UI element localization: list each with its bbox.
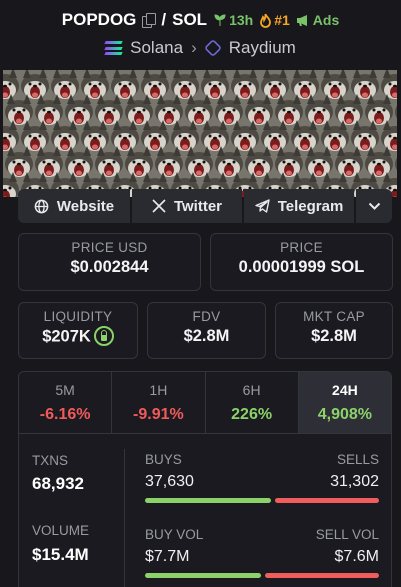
more-links-button[interactable] [356, 189, 392, 223]
mktcap-label: MKT CAP [303, 309, 365, 324]
twitter-button[interactable]: Twitter [132, 189, 242, 223]
solana-icon [104, 41, 123, 55]
raydium-icon [203, 38, 222, 58]
fdv-value: $2.8M [183, 327, 230, 345]
tab-5m[interactable]: 5M -6.16% [19, 372, 113, 433]
tab-1h-label: 1H [149, 382, 168, 398]
trending-rank[interactable]: #1 [259, 12, 290, 28]
buys-value: 37,630 [145, 473, 194, 490]
liquidity-value-row: $207K [19, 326, 137, 347]
trading-stats-panel: 5M -6.16% 1H -9.91% 6H 226% 24H 4,908% T… [18, 371, 392, 587]
copy-icon[interactable] [142, 13, 157, 28]
chain-breadcrumb: Solana › Raydium [0, 37, 401, 59]
buys-sells-bar [145, 498, 379, 503]
header: POPDOG / SOL 13h #1 Ads Solana › Raydium [0, 0, 401, 70]
sells-label: SELLS [336, 452, 379, 467]
stats-breakdown: BUYS SELLS 37,630 31,302 BUY VOL SELL VO… [145, 435, 379, 578]
tab-1h[interactable]: 1H -9.91% [112, 372, 206, 433]
liquidity-value: $207K [42, 327, 91, 346]
price-native-value: 0.00001999 SOL [238, 258, 365, 276]
flame-icon [260, 13, 272, 28]
website-label: Website [56, 197, 115, 215]
mktcap-card: MKT CAP $2.8M [275, 302, 393, 359]
telegram-label: Telegram [277, 197, 344, 215]
tab-6h-change: 226% [231, 406, 273, 423]
pair-separator: / [161, 10, 167, 29]
tab-1h-change: -9.91% [133, 406, 184, 423]
dex-name[interactable]: Raydium [229, 38, 296, 58]
social-links: Website Twitter Telegram [18, 189, 392, 223]
buy-vol-bar-fill [145, 573, 261, 578]
price-native-card: PRICE 0.00001999 SOL [210, 233, 393, 291]
tab-6h[interactable]: 6H 226% [206, 372, 299, 433]
price-usd-card: PRICE USD $0.002844 [18, 233, 201, 291]
txns-labels-row: BUYS SELLS [145, 452, 379, 467]
sell-vol-value: $7.6M [334, 548, 379, 565]
twitter-label: Twitter [173, 197, 223, 215]
pair-age-value: 13h [229, 12, 254, 28]
mktcap-value: $2.8M [311, 327, 357, 345]
price-usd-label: PRICE USD [71, 240, 148, 255]
fdv-card: FDV $2.8M [147, 302, 266, 359]
stats-totals: TXNS 68,932 VOLUME $15.4M [19, 435, 123, 587]
txns-value: 68,932 [32, 474, 84, 493]
tab-5m-label: 5M [55, 382, 75, 398]
website-button[interactable]: Website [18, 189, 130, 223]
globe-icon [34, 199, 49, 213]
txns-values-row: 37,630 31,302 [145, 473, 379, 491]
liquidity-card: LIQUIDITY $207K [18, 302, 138, 359]
buys-bar-fill [145, 498, 271, 503]
buy-sell-volume-bar [145, 573, 379, 578]
trending-rank-value: #1 [274, 12, 290, 28]
token-banner-image [3, 70, 397, 197]
stats-divider [124, 449, 125, 587]
tab-5m-change: -6.16% [39, 406, 91, 423]
txns-label: TXNS [32, 453, 69, 468]
timeframe-tabs: 5M -6.16% 1H -9.91% 6H 226% 24H 4,908% [19, 372, 391, 434]
tab-24h[interactable]: 24H 4,908% [298, 372, 391, 433]
tab-6h-label: 6H [242, 382, 261, 398]
price-usd-value: $0.002844 [70, 258, 149, 276]
ads-label: Ads [312, 12, 340, 28]
tab-24h-label: 24H [332, 382, 358, 398]
telegram-icon [255, 199, 270, 213]
token-symbol: POPDOG [61, 10, 137, 29]
buy-vol-label: BUY VOL [145, 527, 204, 542]
sells-bar-fill [275, 498, 379, 503]
liquidity-label: LIQUIDITY [43, 309, 113, 324]
quote-symbol: SOL [172, 10, 208, 29]
volume-value: $15.4M [32, 545, 89, 564]
sell-vol-label: SELL VOL [315, 527, 379, 542]
chevron-down-icon [368, 202, 380, 210]
megaphone-icon [296, 14, 307, 26]
ads-badge[interactable]: Ads [296, 12, 339, 28]
telegram-button[interactable]: Telegram [244, 189, 354, 223]
seedling-icon [214, 14, 226, 26]
price-native-label: PRICE [280, 240, 323, 255]
vol-values-row: $7.7M $7.6M [145, 548, 379, 566]
vol-labels-row: BUY VOL SELL VOL [145, 527, 379, 542]
lock-icon[interactable] [93, 326, 114, 346]
buy-vol-value: $7.7M [145, 548, 190, 565]
sell-vol-bar-fill [265, 573, 379, 578]
x-logo-icon [152, 199, 166, 213]
pair-title: POPDOG / SOL 13h #1 Ads [0, 9, 401, 31]
chain-name[interactable]: Solana [130, 38, 183, 58]
pair-age: 13h [213, 12, 253, 28]
buys-label: BUYS [145, 452, 182, 467]
chevron-right-icon: › [191, 38, 197, 57]
volume-label: VOLUME [32, 523, 90, 538]
sells-value: 31,302 [330, 473, 379, 490]
fdv-label: FDV [192, 309, 221, 324]
tab-24h-change: 4,908% [317, 406, 372, 423]
